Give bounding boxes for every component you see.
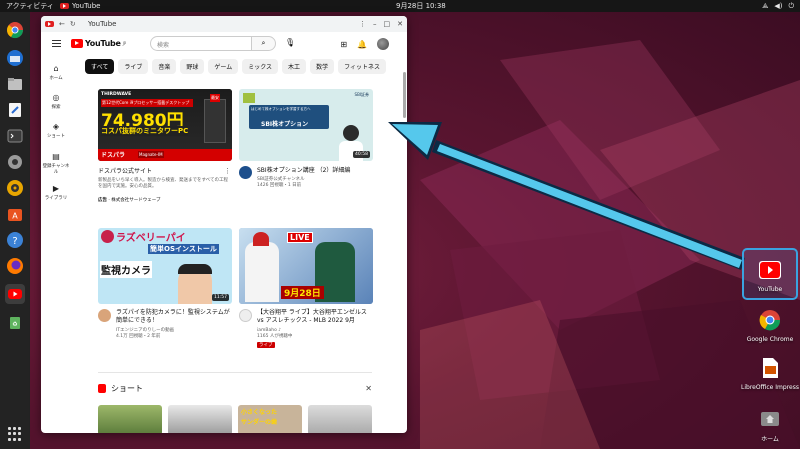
desktop-icon-youtube[interactable]: YouTube [740, 258, 800, 293]
desktop-icon-home[interactable]: ホーム [740, 406, 800, 443]
annotation-arrow [388, 122, 745, 270]
desktop-icon-chrome[interactable]: Google Chrome [740, 308, 800, 343]
home-folder-icon [761, 412, 779, 426]
desktop-icon-label: LibreOffice Impress [741, 384, 799, 391]
youtube-icon [759, 261, 781, 279]
desktop-icon-label: ホーム [761, 436, 779, 443]
desktop-icon-label: Google Chrome [746, 336, 794, 343]
impress-icon [763, 358, 778, 378]
desktop-icon-impress[interactable]: LibreOffice Impress [740, 356, 800, 391]
chrome-icon [759, 310, 781, 331]
desktop-icon-label: YouTube [757, 286, 783, 293]
